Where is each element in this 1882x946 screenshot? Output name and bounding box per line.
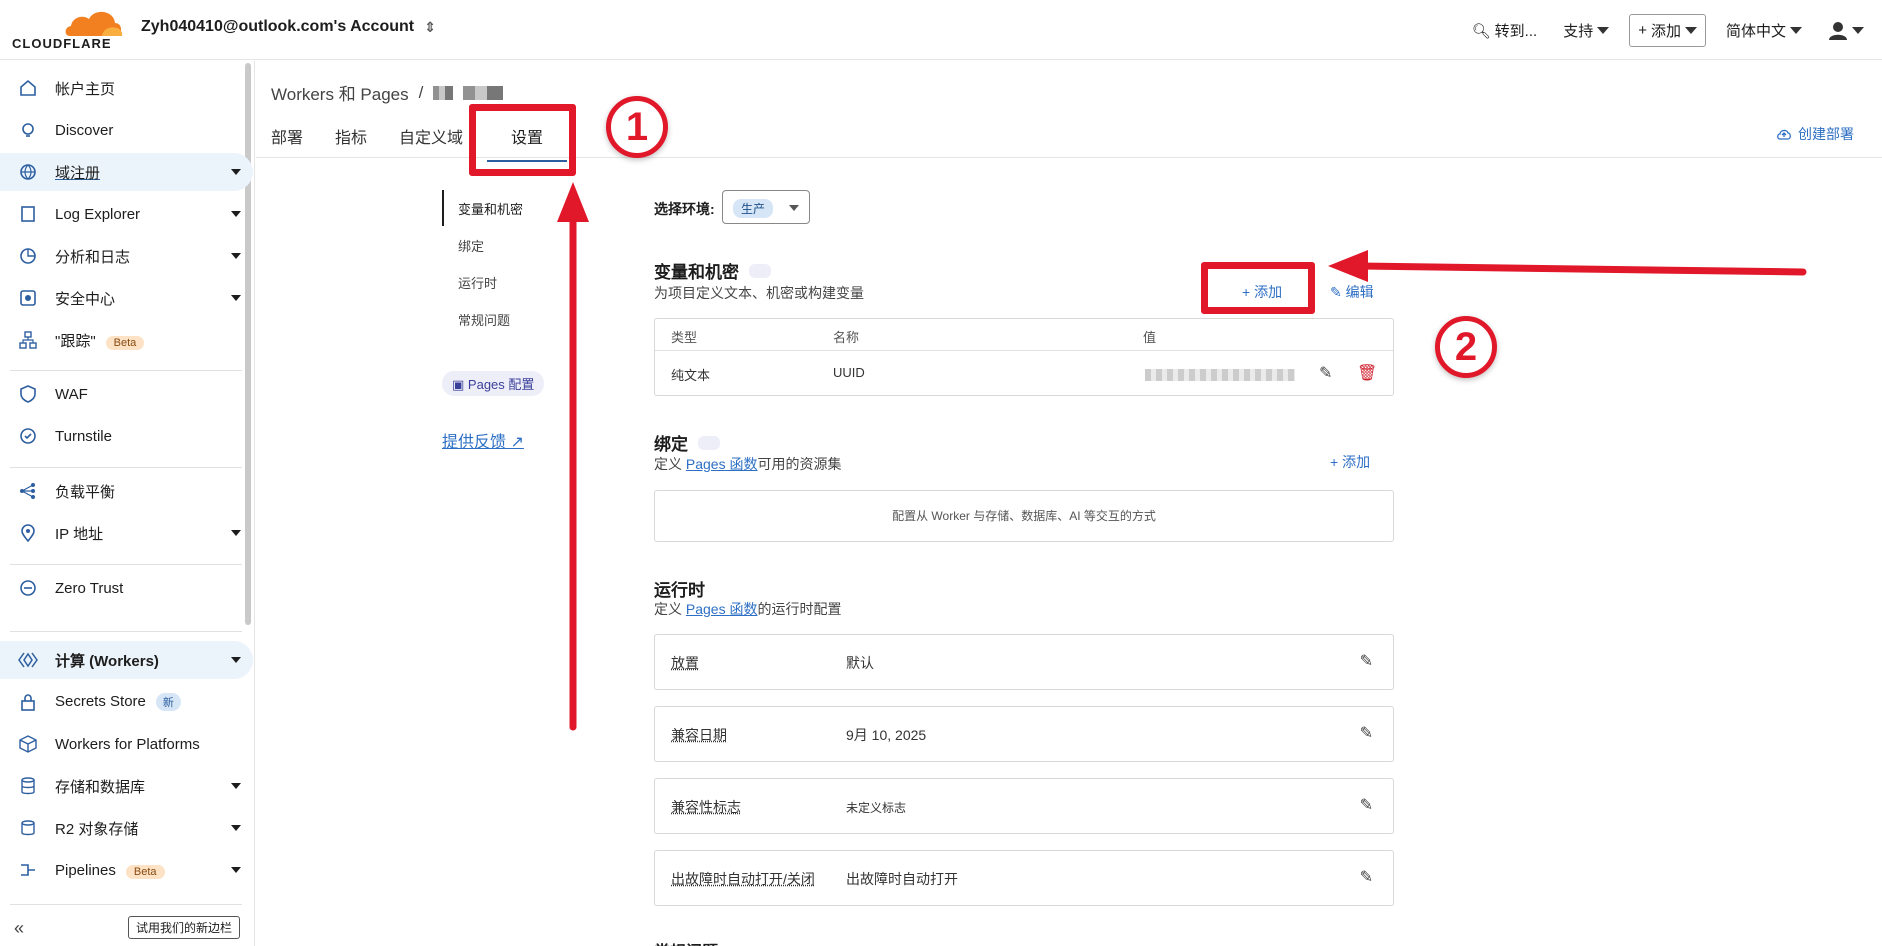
annotation-arrow-left — [1356, 262, 1807, 276]
annotation-arrowhead — [1328, 250, 1368, 282]
annotation-step-1: 1 — [606, 96, 668, 158]
annotation-step-2: 2 — [1435, 316, 1497, 378]
annotation-arrowhead — [557, 182, 589, 222]
annotation-arrows — [557, 182, 1807, 731]
